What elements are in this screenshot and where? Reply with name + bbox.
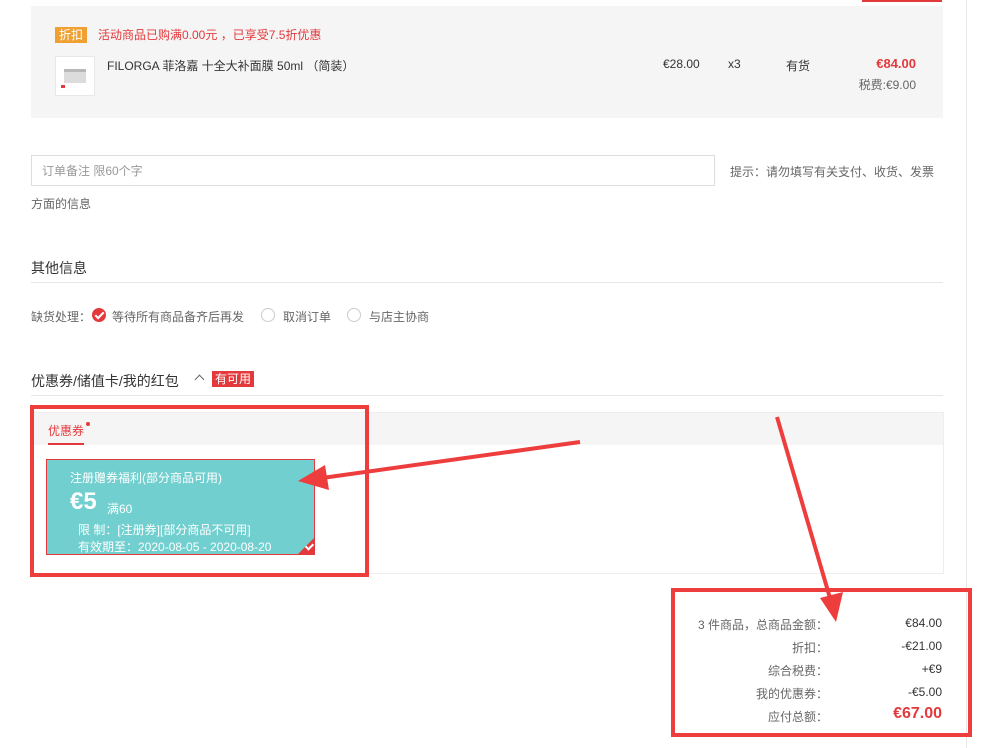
arrow-line-to-coupon <box>321 440 581 480</box>
arrowhead-to-summary <box>820 592 843 622</box>
annotation-arrows <box>298 416 843 622</box>
arrow-line-to-summary <box>775 416 832 599</box>
arrowhead-to-coupon <box>298 465 329 490</box>
